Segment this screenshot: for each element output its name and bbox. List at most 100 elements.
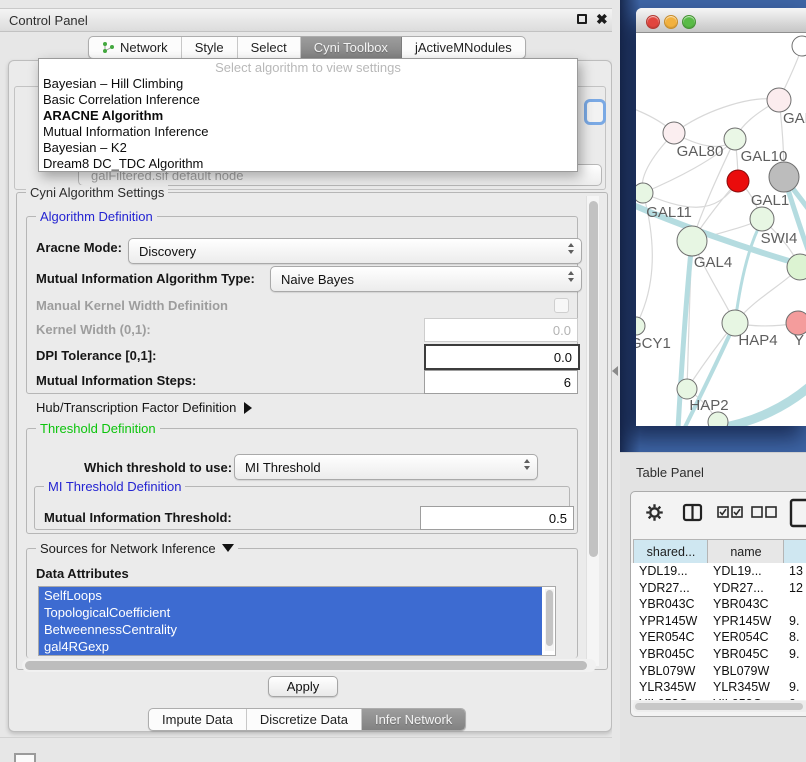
network-desktop: GALGAL80GAL10GAL1GAL11SWI4GAL4GCY1HAP4YH… [620, 0, 806, 452]
algorithm-option-bayesian-k2[interactable]: Bayesian – K2 [39, 140, 577, 156]
tab-label: Network [120, 40, 168, 55]
scrollbar-thumb[interactable] [589, 201, 598, 557]
hub-definition-expander[interactable]: Hub/Transcription Factor Definition [36, 400, 252, 415]
settings-vertical-scrollbar[interactable] [586, 196, 599, 666]
float-window-icon[interactable] [577, 14, 587, 24]
attribute-item-betweennesscentrality[interactable]: BetweennessCentrality [39, 621, 542, 638]
network-node[interactable] [708, 412, 728, 426]
mi-type-combobox[interactable]: Naive Bayes [270, 266, 582, 292]
zoom-traffic-light-icon[interactable] [682, 15, 696, 29]
table-row[interactable]: YBR045CYBR045C9. [631, 646, 806, 663]
attribute-item-topologicalcoefficient[interactable]: TopologicalCoefficient [39, 604, 542, 621]
manual-kernel-checkbox[interactable] [554, 298, 569, 313]
minimize-traffic-light-icon[interactable] [664, 15, 678, 29]
close-panel-icon[interactable]: ✖ [596, 11, 608, 28]
network-node-gal[interactable] [767, 88, 791, 112]
select-all-checkboxes-icon[interactable] [717, 506, 743, 524]
tab-select[interactable]: Select [238, 37, 301, 58]
apply-button[interactable]: Apply [268, 676, 338, 697]
tab-style[interactable]: Style [182, 37, 238, 58]
table-row[interactable]: YLR345WYLR345W9. [631, 679, 806, 696]
attribute-item-selfloops[interactable]: SelfLoops [39, 587, 542, 604]
table-cell: 9. [789, 614, 799, 628]
table-row[interactable]: YDR27...YDR27...12 [631, 580, 806, 597]
table-cell: 9. [789, 647, 799, 661]
mi-threshold-label: Mutual Information Threshold: [44, 510, 232, 525]
close-traffic-light-icon[interactable] [646, 15, 660, 29]
aracne-mode-label: Aracne Mode: [36, 240, 122, 255]
panel-splitter[interactable] [612, 0, 620, 762]
table-panel-card: shared...nameA YDL19...YDL19...13YDR27..… [630, 491, 806, 717]
table-row[interactable]: YBL079WYBL079W [631, 663, 806, 680]
deselect-checkboxes-icon[interactable] [751, 506, 777, 524]
node-label-swi4: SWI4 [761, 230, 798, 247]
algorithm-option-mutual-information-inference[interactable]: Mutual Information Inference [39, 124, 577, 140]
table-panel: Table Panel shared...nameA [620, 452, 806, 762]
hub-definition-label: Hub/Transcription Factor Definition [36, 400, 236, 415]
expander-expanded-icon[interactable] [222, 544, 234, 552]
table-cell: 9. [789, 680, 799, 694]
algorithm-option-bayesian-hill-climbing[interactable]: Bayesian – Hill Climbing [39, 76, 577, 92]
network-view-window[interactable]: GALGAL80GAL10GAL1GAL11SWI4GAL4GCY1HAP4YH… [636, 8, 806, 426]
network-node-hap2[interactable] [677, 379, 697, 399]
tab-discretize-data[interactable]: Discretize Data [247, 709, 362, 730]
algorithm-combobox-focus-ring[interactable] [584, 99, 606, 125]
tab-impute-data[interactable]: Impute Data [149, 709, 247, 730]
table-row[interactable]: YIL052CYIL052C0 [631, 696, 806, 700]
algorithm-option-basic-correlation-inference[interactable]: Basic Correlation Inference [39, 92, 577, 108]
network-window-titlebar[interactable] [636, 8, 806, 33]
table-cell: YDR27... [713, 581, 764, 595]
collapsed-panel-icon[interactable] [14, 753, 36, 762]
tab-cyni-toolbox[interactable]: Cyni Toolbox [301, 37, 402, 58]
which-threshold-combobox[interactable]: MI Threshold [234, 454, 538, 480]
kernel-width-field[interactable]: 0.0 [424, 318, 578, 342]
column-header-shared[interactable]: shared... [633, 539, 709, 564]
network-node-gal1[interactable] [750, 207, 774, 231]
tab-label: Select [251, 40, 287, 55]
aracne-mode-combobox[interactable]: Discovery [128, 238, 582, 264]
network-node-gcy1[interactable] [636, 317, 645, 335]
table-cell: YER054C [713, 630, 769, 644]
table-cell: 8. [789, 630, 799, 644]
document-icon[interactable] [789, 498, 806, 533]
network-node-gal80[interactable] [663, 122, 685, 144]
tab-network[interactable]: Network [89, 37, 182, 58]
scrollbar-thumb[interactable] [25, 661, 587, 670]
table-cell: YLR345W [639, 680, 696, 694]
network-node[interactable] [727, 170, 749, 192]
table-cell: YER054C [639, 630, 695, 644]
network-node-gal10[interactable] [724, 128, 746, 150]
attribute-item-gal4rgexp[interactable]: gal4RGexp [39, 638, 542, 655]
dpi-tolerance-field[interactable]: 0.0 [424, 344, 580, 370]
network-edge[interactable] [735, 221, 762, 323]
splitter-collapse-icon[interactable] [612, 366, 618, 376]
table-horizontal-scrollbar[interactable] [633, 701, 806, 712]
table-row[interactable]: YDL19...YDL19...13 [631, 563, 806, 580]
network-node-gal4[interactable] [677, 226, 707, 256]
data-attributes-list[interactable]: SelfLoopsTopologicalCoefficientBetweenne… [38, 586, 556, 656]
network-node[interactable] [769, 162, 799, 192]
tab-infer-network[interactable]: Infer Network [362, 709, 465, 730]
gear-icon[interactable] [645, 503, 664, 527]
scrollbar-thumb[interactable] [635, 703, 803, 710]
table-row[interactable]: YER054C YER054C 8. [631, 629, 806, 646]
mi-steps-field[interactable]: 6 [424, 370, 578, 394]
scrollbar-thumb[interactable] [546, 590, 553, 646]
mi-threshold-field[interactable]: 0.5 [420, 506, 574, 530]
column-header-a[interactable]: A [783, 539, 806, 564]
network-edge[interactable] [674, 99, 779, 133]
column-header-name[interactable]: name [707, 539, 785, 564]
split-panel-icon[interactable] [682, 503, 703, 527]
table-row[interactable]: YPR145WYPR145W9. [631, 613, 806, 630]
algorithm-option-dream8-dc-tdc-algorithm[interactable]: Dream8 DC_TDC Algorithm [39, 156, 577, 172]
algorithm-option-aracne-algorithm[interactable]: ARACNE Algorithm [39, 108, 577, 124]
settings-horizontal-scrollbar[interactable] [22, 659, 596, 672]
table-cell: 12 [789, 581, 803, 595]
table-row[interactable]: YBR043CYBR043C [631, 596, 806, 613]
settings-group-title: Cyni Algorithm Settings [26, 185, 168, 200]
attributes-scrollbar[interactable] [545, 589, 554, 651]
network-canvas[interactable]: GALGAL80GAL10GAL1GAL11SWI4GAL4GCY1HAP4YH… [636, 33, 806, 426]
network-node[interactable] [792, 36, 806, 56]
tab-jactivemnodules[interactable]: jActiveMNodules [402, 37, 525, 58]
network-node-gal11[interactable] [636, 183, 653, 203]
